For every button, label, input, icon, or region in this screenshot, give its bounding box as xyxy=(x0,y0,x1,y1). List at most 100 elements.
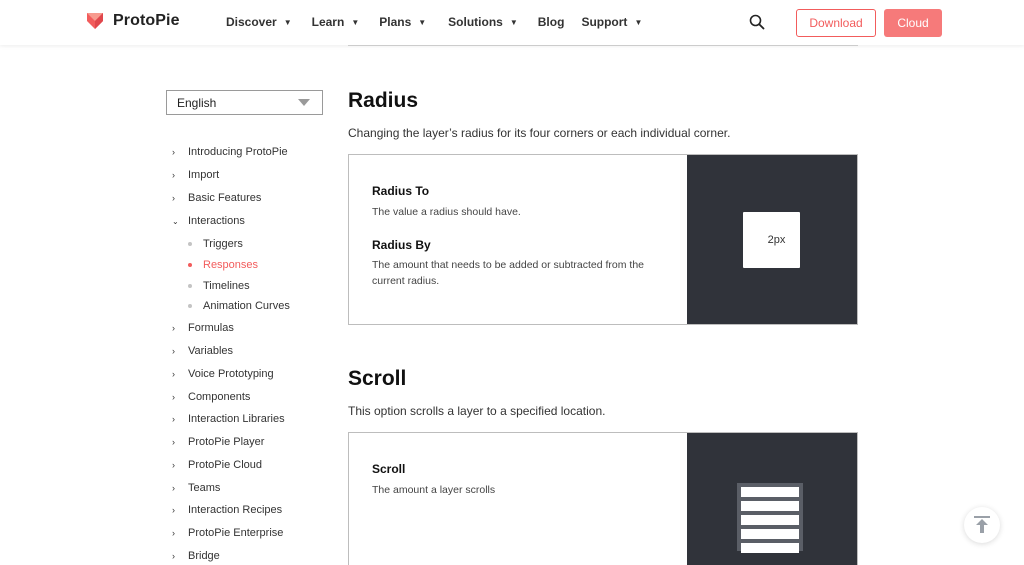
sidebar-item-label: ProtoPie Enterprise xyxy=(188,527,284,539)
nav-blog[interactable]: Blog xyxy=(538,15,565,29)
chevron-right-icon: › xyxy=(172,505,175,515)
sidebar-item-label: Bridge xyxy=(188,550,220,562)
sidebar-item-label: Voice Prototyping xyxy=(188,368,274,380)
chevron-down-icon: ▼ xyxy=(283,17,292,27)
sidebar-subitem-responses[interactable]: Responses xyxy=(188,259,258,271)
scroll-preview xyxy=(687,433,857,565)
search-icon[interactable] xyxy=(749,14,765,30)
language-value: English xyxy=(177,96,217,110)
radius-preview: 2px xyxy=(687,155,857,324)
sidebar-item-label: Basic Features xyxy=(188,192,262,204)
sidebar-item-components[interactable]: › Components xyxy=(172,391,250,403)
logo[interactable]: ProtoPie xyxy=(86,12,180,30)
scroll-preview-row xyxy=(741,501,799,511)
scroll-preview-row xyxy=(741,515,799,525)
section-title-scroll: Scroll xyxy=(348,367,407,390)
sidebar-item-label: Components xyxy=(188,391,251,403)
scroll-preview-row xyxy=(741,487,799,497)
chevron-right-icon: › xyxy=(172,323,175,333)
chevron-right-icon: › xyxy=(172,392,175,402)
sidebar-item-voice-prototyping[interactable]: › Voice Prototyping xyxy=(172,368,274,380)
sidebar-item-teams[interactable]: › Teams xyxy=(172,482,220,494)
nav-learn[interactable]: Learn ▼ xyxy=(312,15,360,29)
sidebar-item-basic-features[interactable]: › Basic Features xyxy=(172,192,261,204)
sidebar-item-label: Teams xyxy=(188,482,221,494)
scroll-preview-row xyxy=(741,543,799,553)
sidebar-item-interactions[interactable]: ⌄ Interactions xyxy=(172,215,245,227)
section-title-radius: Radius xyxy=(348,89,419,112)
chevron-down-icon: ⌄ xyxy=(172,216,179,226)
scroll-card: Scroll The amount a layer scrolls xyxy=(348,432,858,565)
prop-description: The amount that needs to be added or sub… xyxy=(372,259,645,287)
bullet-icon xyxy=(188,242,192,246)
cloud-button[interactable]: Cloud xyxy=(884,9,942,37)
nav-plans-label: Plans xyxy=(379,15,412,29)
sidebar-item-label: Interaction Libraries xyxy=(188,413,285,425)
sidebar-subitem-label: Triggers xyxy=(203,238,243,250)
sidebar-item-formulas[interactable]: › Formulas xyxy=(172,322,234,334)
prop-title: Radius To xyxy=(372,184,430,198)
scroll-preview-list xyxy=(737,483,803,553)
nav-support[interactable]: Support ▼ xyxy=(581,15,642,29)
bullet-icon xyxy=(188,263,192,267)
sidebar-item-label: Variables xyxy=(188,345,234,357)
sidebar-subitem-label: Timelines xyxy=(203,280,250,292)
section-description-radius: Changing the layer’s radius for its four… xyxy=(348,126,731,140)
sidebar-item-label: Introducing ProtoPie xyxy=(188,146,288,158)
sidebar-subitem-label: Animation Curves xyxy=(203,300,290,312)
dropdown-arrow-icon xyxy=(298,99,310,106)
chevron-right-icon: › xyxy=(172,147,175,157)
radius-preview-layer: 2px xyxy=(743,212,800,268)
chevron-right-icon: › xyxy=(172,369,175,379)
chevron-right-icon: › xyxy=(172,483,175,493)
chevron-right-icon: › xyxy=(172,551,175,561)
top-header: ProtoPie Discover ▼ Learn ▼ Plans ▼ Solu… xyxy=(0,0,1024,45)
chevron-right-icon: › xyxy=(172,346,175,356)
section-description-scroll: This option scrolls a layer to a specifi… xyxy=(348,404,606,418)
chevron-right-icon: › xyxy=(172,193,175,203)
sidebar-item-interaction-recipes[interactable]: › Interaction Recipes xyxy=(172,504,282,516)
chevron-right-icon: › xyxy=(172,437,175,447)
nav-solutions-label: Solutions xyxy=(448,15,503,29)
sidebar-subitem-animation-curves[interactable]: Animation Curves xyxy=(188,300,290,312)
prop-description: The value a radius should have. xyxy=(372,206,521,218)
radius-preview-value: 2px xyxy=(767,234,786,246)
sidebar-item-variables[interactable]: › Variables xyxy=(172,345,233,357)
nav-discover[interactable]: Discover ▼ xyxy=(226,15,292,29)
sidebar-subitem-timelines[interactable]: Timelines xyxy=(188,280,250,292)
nav-discover-label: Discover xyxy=(226,15,277,29)
download-button[interactable]: Download xyxy=(796,9,876,37)
sidebar-item-introducing-protopie[interactable]: › Introducing ProtoPie xyxy=(172,146,288,158)
nav-learn-label: Learn xyxy=(311,15,345,29)
sidebar-item-protopie-player[interactable]: › ProtoPie Player xyxy=(172,436,264,448)
sidebar-item-label: ProtoPie Cloud xyxy=(188,459,262,471)
nav-solutions[interactable]: Solutions ▼ xyxy=(448,15,518,29)
sidebar-item-protopie-cloud[interactable]: › ProtoPie Cloud xyxy=(172,459,262,471)
nav-blog-label: Blog xyxy=(537,15,565,29)
sidebar-item-label: Interactions xyxy=(188,215,245,227)
prop-title: Scroll xyxy=(372,462,406,476)
sidebar-item-import[interactable]: › Import xyxy=(172,169,219,181)
prop-description: The amount a layer scrolls xyxy=(372,484,496,496)
chevron-down-icon: ▼ xyxy=(418,17,427,27)
nav-plans[interactable]: Plans ▼ xyxy=(379,15,426,29)
chevron-down-icon: ▼ xyxy=(351,17,360,27)
back-to-top-button[interactable] xyxy=(964,507,1000,543)
sidebar-item-bridge[interactable]: › Bridge xyxy=(172,550,220,562)
chevron-down-icon: ▼ xyxy=(509,17,518,27)
language-select[interactable]: English xyxy=(166,90,323,115)
chevron-right-icon: › xyxy=(172,170,175,180)
chevron-down-icon: ▼ xyxy=(634,17,643,27)
sidebar-subitem-triggers[interactable]: Triggers xyxy=(188,238,243,250)
radius-card: Radius To The value a radius should have… xyxy=(348,154,858,325)
nav-support-label: Support xyxy=(581,15,628,29)
sidebar-item-protopie-enterprise[interactable]: › ProtoPie Enterprise xyxy=(172,527,283,539)
sidebar-item-interaction-libraries[interactable]: › Interaction Libraries xyxy=(172,413,285,425)
sidebar-item-label: Formulas xyxy=(188,322,234,334)
arrow-up-icon xyxy=(974,516,990,533)
main-nav: Discover ▼ Learn ▼ Plans ▼ Solutions ▼ B… xyxy=(226,15,642,29)
prop-title: Radius By xyxy=(372,238,431,252)
chevron-right-icon: › xyxy=(172,460,175,470)
brand-name: ProtoPie xyxy=(113,12,180,29)
sidebar-item-label: ProtoPie Player xyxy=(188,436,265,448)
